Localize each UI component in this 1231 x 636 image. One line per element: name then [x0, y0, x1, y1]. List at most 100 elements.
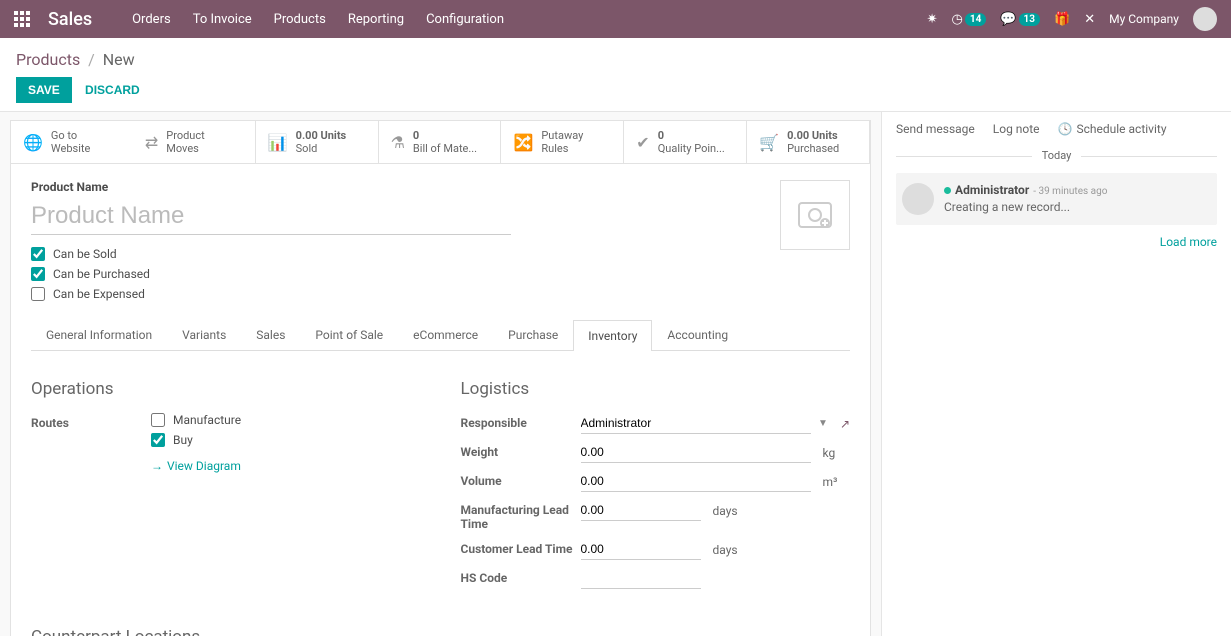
can-be-sold-checkbox[interactable]: [31, 247, 45, 261]
can-be-expensed-checkbox[interactable]: [31, 287, 45, 301]
product-image-upload[interactable]: [780, 180, 850, 250]
view-diagram-link[interactable]: →View Diagram: [151, 459, 241, 473]
company-name[interactable]: My Company: [1109, 12, 1179, 26]
tab-content-inventory: Operations Routes Manufacture Buy →View …: [31, 351, 850, 636]
tab-pos[interactable]: Point of Sale: [300, 319, 398, 350]
send-message-btn[interactable]: Send message: [896, 122, 975, 136]
logistics-column: Logistics Responsible ▼ ↗ Weight: [461, 379, 851, 597]
flask-icon: ⚗: [391, 133, 405, 152]
routes-label: Routes: [31, 413, 151, 430]
stat-quality[interactable]: ✔ 0Quality Poin...: [624, 121, 747, 163]
can-be-sold-row[interactable]: Can be Sold: [31, 247, 780, 261]
apps-grid-icon[interactable]: [14, 11, 30, 27]
log-note-btn[interactable]: Log note: [993, 122, 1040, 136]
can-be-sold-label: Can be Sold: [53, 247, 117, 261]
form-sheet: 🌐Go to Website ⇄ Product Moves 📊0.00 Unit…: [10, 120, 871, 636]
top-navbar: Sales Orders To Invoice Products Reporti…: [0, 0, 1231, 38]
stat-website[interactable]: 🌐Go to Website: [11, 121, 133, 163]
weight-input[interactable]: [581, 442, 811, 463]
clock-icon[interactable]: ◷14: [952, 12, 987, 27]
discard-button[interactable]: DISCARD: [85, 83, 140, 97]
can-be-purchased-checkbox[interactable]: [31, 267, 45, 281]
product-name-label: Product Name: [31, 180, 780, 194]
route-buy-label: Buy: [173, 433, 193, 447]
route-manufacture-row[interactable]: Manufacture: [151, 413, 241, 427]
volume-label: Volume: [461, 471, 581, 488]
product-name-input[interactable]: [31, 198, 511, 235]
responsible-input[interactable]: [581, 413, 811, 434]
tab-ecommerce[interactable]: eCommerce: [398, 319, 493, 350]
tab-general[interactable]: General Information: [31, 319, 167, 350]
chat-badge: 13: [1019, 13, 1040, 26]
cart-icon: 🛒: [759, 133, 779, 152]
tab-variants[interactable]: Variants: [167, 319, 241, 350]
stat-website-label: Go to Website: [51, 129, 90, 155]
tab-bar: General Information Variants Sales Point…: [31, 319, 850, 351]
form-scroll[interactable]: 🌐Go to Website ⇄ Product Moves 📊0.00 Unit…: [0, 112, 881, 636]
control-panel: Products / New SAVE DISCARD: [0, 38, 1231, 112]
menu-configuration[interactable]: Configuration: [426, 12, 504, 27]
tab-purchase[interactable]: Purchase: [493, 319, 573, 350]
mlt-unit: days: [713, 504, 738, 518]
chatter-actions: Send message Log note 🕓Schedule activity: [896, 122, 1217, 136]
schedule-activity-btn[interactable]: 🕓Schedule activity: [1058, 122, 1167, 136]
hs-label: HS Code: [461, 568, 581, 585]
load-more-link[interactable]: Load more: [896, 235, 1217, 249]
stat-bom-label: 0Bill of Mate...: [413, 129, 477, 155]
dropdown-caret-icon[interactable]: ▼: [818, 418, 828, 429]
breadcrumb: Products / New: [16, 50, 1215, 69]
route-buy-checkbox[interactable]: [151, 433, 165, 447]
stat-sold[interactable]: 📊0.00 UnitsSold: [256, 121, 379, 163]
logistics-heading: Logistics: [461, 379, 851, 399]
menu-products[interactable]: Products: [274, 12, 326, 27]
responsible-label: Responsible: [461, 413, 581, 430]
operations-heading: Operations: [31, 379, 421, 399]
route-manufacture-checkbox[interactable]: [151, 413, 165, 427]
exchange-icon: ⇄: [145, 133, 158, 152]
stat-putaway[interactable]: 🔀Putaway Rules: [501, 121, 624, 163]
main-wrap: 🌐Go to Website ⇄ Product Moves 📊0.00 Unit…: [0, 112, 1231, 636]
gift-icon[interactable]: 🎁: [1054, 12, 1070, 27]
chatter-panel: Send message Log note 🕓Schedule activity…: [881, 112, 1231, 636]
stat-moves[interactable]: ⇄ Product Moves: [133, 121, 256, 163]
breadcrumb-sep: /: [88, 50, 95, 69]
chatter-message: Administrator- 39 minutes ago Creating a…: [896, 173, 1217, 225]
can-be-expensed-row[interactable]: Can be Expensed: [31, 287, 780, 301]
chat-icon[interactable]: 💬13: [1000, 12, 1040, 27]
external-link-icon[interactable]: ↗: [840, 417, 850, 431]
mlt-label: Manufacturing Lead Time: [461, 500, 581, 531]
tab-accounting[interactable]: Accounting: [652, 319, 743, 350]
volume-unit: m³: [823, 475, 838, 489]
message-text: Creating a new record...: [944, 200, 1107, 214]
stat-purchased-label: 0.00 UnitsPurchased: [787, 129, 839, 155]
clock-icon: 🕓: [1058, 122, 1073, 136]
bug-icon[interactable]: ✷: [927, 12, 938, 27]
stat-bom[interactable]: ⚗ 0Bill of Mate...: [379, 121, 502, 163]
hs-input[interactable]: [581, 568, 701, 589]
breadcrumb-products[interactable]: Products: [16, 50, 80, 69]
volume-input[interactable]: [581, 471, 811, 492]
can-be-expensed-label: Can be Expensed: [53, 287, 145, 301]
message-time: - 39 minutes ago: [1033, 186, 1107, 197]
clt-input[interactable]: [581, 539, 701, 560]
route-buy-row[interactable]: Buy: [151, 433, 241, 447]
app-title[interactable]: Sales: [48, 9, 92, 30]
can-be-purchased-row[interactable]: Can be Purchased: [31, 267, 780, 281]
stat-moves-label: Product Moves: [166, 129, 204, 155]
tools-icon[interactable]: ✕: [1084, 12, 1095, 27]
message-avatar: [902, 183, 934, 215]
stat-sold-label: 0.00 UnitsSold: [296, 129, 347, 155]
tab-inventory[interactable]: Inventory: [573, 320, 652, 351]
tab-sales[interactable]: Sales: [241, 319, 300, 350]
clock-badge: 14: [965, 13, 986, 26]
menu-to-invoice[interactable]: To Invoice: [193, 12, 252, 27]
check-icon: ✔: [636, 133, 649, 152]
stat-quality-label: 0Quality Poin...: [658, 129, 725, 155]
mlt-input[interactable]: [581, 500, 701, 521]
user-avatar[interactable]: [1193, 7, 1217, 31]
menu-reporting[interactable]: Reporting: [348, 12, 404, 27]
menu-orders[interactable]: Orders: [132, 12, 171, 27]
stat-purchased[interactable]: 🛒 0.00 UnitsPurchased: [747, 121, 870, 163]
route-manufacture-label: Manufacture: [173, 413, 241, 427]
save-button[interactable]: SAVE: [16, 77, 72, 103]
